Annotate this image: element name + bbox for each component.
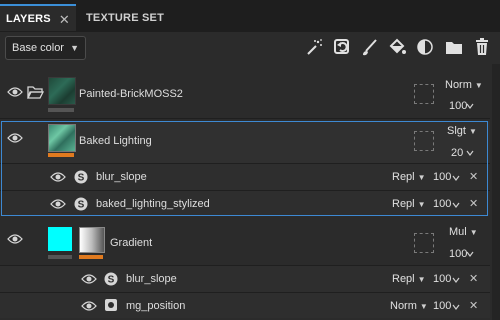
chevron-down-icon: ▼: [468, 127, 477, 136]
effect-row-blur-slope[interactable]: S blur_slope Repl ▼ 100 ✕: [0, 266, 490, 292]
chevron-down-icon[interactable]: [452, 303, 460, 311]
chevron-down-icon[interactable]: [466, 250, 474, 258]
effect-row-baked-lighting-stylized[interactable]: S baked_lighting_stylized Repl ▼ 100 ✕: [0, 191, 490, 216]
layer-folder-painted-brickmoss2[interactable]: Painted-BrickMOSS2 Norm ▼ 100: [0, 70, 490, 118]
svg-text:S: S: [108, 275, 115, 286]
layer-thumbnail: [48, 77, 76, 105]
tab-texture-set-settings[interactable]: TEXTURE SET SETTINGS: [80, 5, 220, 51]
blend-mode-dropdown[interactable]: Mul ▼: [449, 226, 478, 238]
blend-mode-value: Repl: [392, 171, 415, 183]
visibility-eye-icon[interactable]: [50, 171, 66, 183]
chevron-down-icon[interactable]: [452, 201, 460, 209]
opacity-value[interactable]: 100: [433, 273, 451, 285]
blend-mode-value: Slgt: [447, 125, 466, 137]
layer-gradient[interactable]: Gradient Mul ▼ 100: [0, 219, 490, 265]
blend-mode-dropdown[interactable]: Repl ▼: [392, 273, 426, 285]
svg-text:S: S: [78, 200, 85, 211]
visibility-eye-icon[interactable]: [81, 300, 97, 312]
blend-mode-dropdown[interactable]: Slgt ▼: [447, 125, 477, 137]
add-fill-layer-icon[interactable]: [387, 37, 407, 57]
layer-thumbnail: [48, 124, 76, 152]
add-smart-mask-icon[interactable]: [332, 37, 352, 57]
visibility-eye-icon[interactable]: [7, 233, 23, 245]
gradient-mask-thumbnail[interactable]: [79, 227, 105, 253]
remove-effect-icon[interactable]: ✕: [469, 272, 478, 285]
chevron-down-icon: ▼: [417, 275, 426, 284]
layer-mask-slot[interactable]: [414, 131, 434, 151]
visibility-eye-icon[interactable]: [50, 198, 66, 210]
layer-baked-lighting[interactable]: Baked Lighting Slgt ▼ 20: [0, 121, 490, 163]
visibility-eye-icon[interactable]: [81, 273, 97, 285]
layers-scrollbar[interactable]: [492, 64, 500, 320]
mask-indicator: [48, 108, 74, 112]
add-paint-layer-icon[interactable]: [360, 37, 380, 57]
chevron-down-icon[interactable]: [452, 276, 460, 284]
effect-row-blur-slope[interactable]: S blur_slope Repl ▼ 100 ✕: [0, 164, 490, 190]
layer-mask-slot[interactable]: [414, 84, 434, 104]
folder-open-icon[interactable]: [27, 85, 44, 99]
effect-name: blur_slope: [96, 171, 147, 183]
blend-mode-value: Norm: [445, 79, 472, 91]
blend-mode-dropdown[interactable]: Repl ▼: [392, 198, 426, 210]
delete-layer-icon[interactable]: [472, 37, 492, 57]
active-mask-indicator: [48, 153, 74, 157]
panel-tab-bar: LAYERS ✕ TEXTURE SET SETTINGS: [0, 0, 500, 51]
channel-dropdown-value: Base color: [12, 42, 64, 54]
tab-close-icon[interactable]: ✕: [59, 6, 70, 33]
layers-toolbar: Base color ▼: [0, 32, 500, 64]
opacity-value[interactable]: 100: [433, 171, 451, 183]
active-mask-indicator: [79, 255, 103, 259]
chevron-down-icon[interactable]: [466, 149, 474, 157]
chevron-down-icon: ▼: [419, 302, 428, 311]
tab-layers-label: LAYERS: [6, 13, 51, 25]
add-mask-icon[interactable]: [415, 37, 435, 57]
remove-effect-icon[interactable]: ✕: [469, 170, 478, 183]
remove-effect-icon[interactable]: ✕: [469, 197, 478, 210]
opacity-value[interactable]: 100: [433, 300, 451, 312]
opacity-value[interactable]: 100: [449, 100, 467, 112]
chevron-down-icon: ▼: [417, 200, 426, 209]
substance-filter-icon: S: [104, 272, 118, 286]
substance-filter-icon: S: [74, 197, 88, 211]
effect-name: blur_slope: [126, 273, 177, 285]
fill-color-swatch[interactable]: [48, 227, 72, 251]
effect-name: mg_position: [126, 300, 186, 312]
channel-dropdown[interactable]: Base color ▼: [5, 36, 86, 60]
chevron-down-icon: ▼: [417, 173, 426, 182]
effect-name: baked_lighting_stylized: [96, 198, 210, 210]
blend-mode-dropdown[interactable]: Norm ▼: [445, 79, 483, 91]
chevron-down-icon: ▼: [469, 228, 478, 237]
opacity-value[interactable]: 100: [449, 248, 467, 260]
layer-name: Painted-BrickMOSS2: [79, 88, 183, 100]
chevron-down-icon[interactable]: [466, 102, 474, 110]
add-effect-icon[interactable]: [304, 37, 324, 57]
add-folder-icon[interactable]: [444, 37, 464, 57]
tab-layers[interactable]: LAYERS ✕: [0, 4, 76, 31]
mask-indicator: [48, 255, 72, 259]
substance-filter-icon: S: [74, 170, 88, 184]
blend-mode-dropdown[interactable]: Repl ▼: [392, 171, 426, 183]
visibility-eye-icon[interactable]: [7, 86, 23, 98]
blend-mode-value: Mul: [449, 226, 467, 238]
blend-mode-value: Norm: [390, 300, 417, 312]
chevron-down-icon[interactable]: [452, 174, 460, 182]
remove-effect-icon[interactable]: ✕: [469, 299, 478, 312]
chevron-down-icon: ▼: [474, 81, 483, 90]
visibility-eye-icon[interactable]: [7, 132, 23, 144]
effect-row-mg-position[interactable]: mg_position Norm ▼ 100 ✕: [0, 293, 490, 318]
opacity-value[interactable]: 100: [433, 198, 451, 210]
layer-mask-slot[interactable]: [414, 233, 434, 253]
blend-mode-dropdown[interactable]: Norm ▼: [390, 300, 428, 312]
generator-icon: [105, 299, 117, 311]
layer-name: Gradient: [110, 237, 153, 249]
layer-name: Baked Lighting: [79, 135, 152, 147]
opacity-value[interactable]: 20: [451, 147, 463, 159]
blend-mode-value: Repl: [392, 273, 415, 285]
blend-mode-value: Repl: [392, 198, 415, 210]
chevron-down-icon: ▼: [70, 43, 79, 53]
svg-text:S: S: [78, 173, 85, 184]
